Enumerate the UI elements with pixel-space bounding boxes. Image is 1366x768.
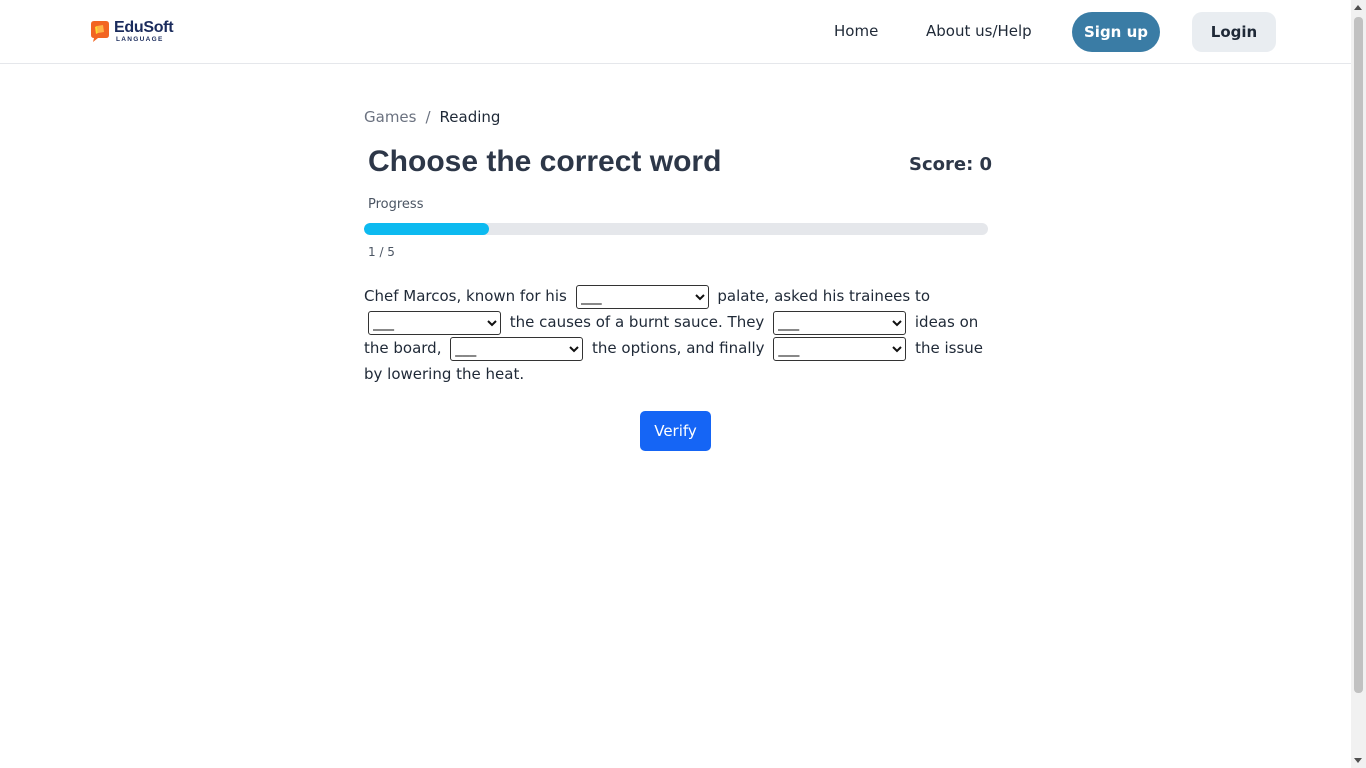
progress-bar [364,223,988,235]
passage-text: the options, and finally [592,339,765,357]
verify-button[interactable]: Verify [640,411,711,451]
passage-text: palate, asked his trainees to [717,287,931,305]
score-display: Score: 0 [909,154,993,175]
logo-name: EduSoft [114,19,174,36]
scroll-down-icon[interactable] [1354,758,1362,763]
breadcrumb-current: Reading [439,108,501,126]
progress-label: Progress [368,197,424,212]
blank-select-2[interactable]: ___ [368,310,501,335]
login-button[interactable]: Login [1192,12,1276,52]
nav-home-link[interactable]: Home [834,22,878,40]
blank-select-1[interactable]: ___ [575,284,709,309]
blank-select-5[interactable]: ___ [773,336,907,361]
breadcrumb-separator: / [425,108,431,126]
breadcrumb-games-link[interactable]: Games [364,108,416,126]
navbar: EduSoft LANGUAGE Home About us/Help Sign… [0,0,1351,64]
logo[interactable]: EduSoft LANGUAGE [89,19,174,44]
breadcrumb: Games / Reading [364,108,500,126]
passage-text: Chef Marcos, known for his [364,287,567,305]
logo-text: EduSoft LANGUAGE [114,19,174,44]
scrollbar-thumb[interactable] [1354,17,1363,693]
blank-select-3[interactable]: ___ [773,310,907,335]
blank-select-4[interactable]: ___ [450,336,584,361]
logo-icon [89,20,110,43]
vertical-scrollbar[interactable] [1351,0,1366,768]
page-title: Choose the correct word [368,145,722,178]
logo-subtitle: LANGUAGE [116,36,164,43]
signup-button[interactable]: Sign up [1072,12,1160,52]
progress-count: 1 / 5 [368,245,395,259]
progress-fill [364,223,489,235]
nav-about-link[interactable]: About us/Help [926,22,1032,40]
reading-passage: Chef Marcos, known for his ___ palate, a… [364,283,990,387]
scroll-up-icon[interactable] [1354,5,1362,10]
page: EduSoft LANGUAGE Home About us/Help Sign… [0,0,1351,768]
passage-text: the causes of a burnt sauce. They [509,313,765,331]
